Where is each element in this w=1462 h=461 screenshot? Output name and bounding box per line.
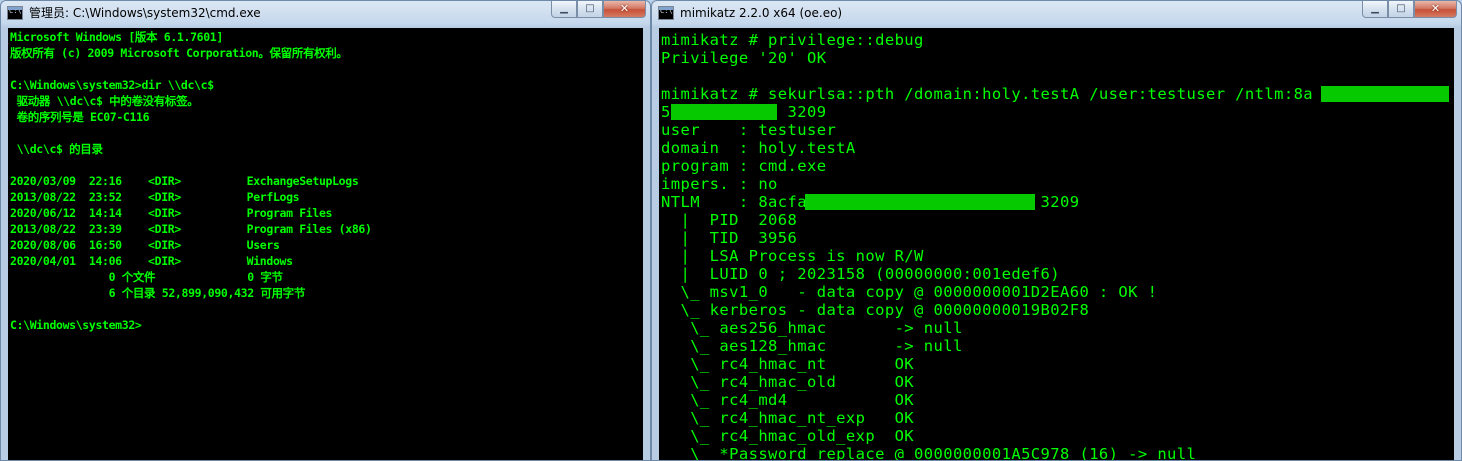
maximize-button[interactable]: □ bbox=[1388, 1, 1414, 18]
close-button[interactable]: ✕ bbox=[603, 1, 646, 18]
console-line: mimikatz # privilege::debug bbox=[661, 31, 924, 49]
command-prompt[interactable]: C:\Windows\system32> bbox=[10, 317, 142, 333]
console-line: | LSA Process is now R/W bbox=[661, 247, 924, 265]
minimize-button[interactable]: ▁ bbox=[551, 1, 577, 18]
console-line: \_ msv1_0 - data copy @ 0000000001D2EA60… bbox=[661, 283, 1158, 301]
console-line: 驱动器 \\dc\c$ 中的卷没有标签。 bbox=[10, 94, 199, 108]
cmd-window: 管理员: C:\Windows\system32\cmd.exe ▁ □ ✕ M… bbox=[0, 0, 651, 461]
redaction-block bbox=[1321, 86, 1449, 102]
mimikatz-console-output[interactable]: mimikatz # privilege::debug Privilege '2… bbox=[659, 28, 1455, 461]
redaction-block bbox=[805, 194, 1035, 210]
console-line: 6 个目录 52,899,090,432 可用字节 bbox=[10, 286, 306, 300]
console-line: \_ rc4_hmac_nt_exp OK bbox=[661, 409, 915, 427]
console-line: 卷的序列号是 EC07-C116 bbox=[10, 110, 150, 124]
cmd-window-title: 管理员: C:\Windows\system32\cmd.exe bbox=[29, 6, 261, 20]
console-line: domain : holy.testA bbox=[661, 139, 856, 157]
dir-entry: 2013/08/22 23:39 <DIR> Program Files (x8… bbox=[10, 222, 372, 236]
console-line: \_ rc4_hmac_old_exp OK bbox=[661, 427, 915, 445]
console-line: Privilege '20' OK bbox=[661, 49, 827, 67]
console-line: \_ aes256_hmac -> null bbox=[661, 319, 963, 337]
console-line: | PID 2068 bbox=[661, 211, 798, 229]
mimikatz-caption-buttons: ▁ □ ✕ bbox=[1362, 1, 1457, 19]
console-line: | TID 3956 bbox=[661, 229, 798, 247]
dir-entry: 2013/08/22 23:52 <DIR> PerfLogs bbox=[10, 190, 300, 204]
console-line: \_ rc4_md4 OK bbox=[661, 391, 915, 409]
minimize-button[interactable]: ▁ bbox=[1362, 1, 1388, 18]
mimikatz-window-title: mimikatz 2.2.0 x64 (oe.eo) bbox=[680, 6, 843, 20]
console-line: \\dc\c$ 的目录 bbox=[10, 142, 103, 156]
cmd-titlebar[interactable]: 管理员: C:\Windows\system32\cmd.exe ▁ □ ✕ bbox=[1, 1, 650, 27]
console-icon[interactable] bbox=[7, 6, 23, 20]
console-line: \_ rc4_hmac_old OK bbox=[661, 373, 915, 391]
maximize-button[interactable]: □ bbox=[577, 1, 603, 18]
cmd-caption-buttons: ▁ □ ✕ bbox=[551, 1, 646, 19]
console-line: 0 个文件 0 字节 bbox=[10, 270, 283, 284]
close-button[interactable]: ✕ bbox=[1414, 1, 1457, 18]
cmd-scrollbar[interactable] bbox=[643, 28, 650, 460]
dir-entry: 2020/03/09 22:16 <DIR> ExchangeSetupLogs bbox=[10, 174, 359, 188]
console-line: 版权所有 (c) 2009 Microsoft Corporation。保留所有… bbox=[10, 46, 348, 60]
console-icon[interactable] bbox=[658, 6, 674, 20]
console-line: \_ aes128_hmac -> null bbox=[661, 337, 963, 355]
mimikatz-titlebar[interactable]: mimikatz 2.2.0 x64 (oe.eo) ▁ □ ✕ bbox=[652, 1, 1461, 27]
console-line: user : testuser bbox=[661, 121, 837, 139]
console-line: \_ kerberos - data copy @ 00000000019B02… bbox=[661, 301, 1090, 319]
console-line: impers. : no bbox=[661, 175, 778, 193]
dir-entry: 2020/08/06 16:50 <DIR> Users bbox=[10, 238, 280, 252]
console-line: Microsoft Windows [版本 6.1.7601] bbox=[10, 30, 223, 44]
mimikatz-scrollbar[interactable] bbox=[1454, 28, 1461, 460]
dir-entry: 2020/04/01 14:06 <DIR> Windows bbox=[10, 254, 293, 268]
console-line: C:\Windows\system32>dir \\dc\c$ bbox=[10, 78, 214, 92]
console-line: \_ *Password replace @ 0000000001A5C978 … bbox=[661, 445, 1197, 461]
dir-entry: 2020/06/12 14:14 <DIR> Program Files bbox=[10, 206, 333, 220]
redaction-block bbox=[671, 104, 777, 120]
console-line: program : cmd.exe bbox=[661, 157, 827, 175]
console-line: | LUID 0 ; 2023158 (00000000:001edef6) bbox=[661, 265, 1061, 283]
cmd-console-output[interactable]: Microsoft Windows [版本 6.1.7601] 版权所有 (c)… bbox=[8, 28, 645, 460]
console-line: \_ rc4_hmac_nt OK bbox=[661, 355, 915, 373]
mimikatz-window: mimikatz 2.2.0 x64 (oe.eo) ▁ □ ✕ mimikat… bbox=[651, 0, 1462, 461]
